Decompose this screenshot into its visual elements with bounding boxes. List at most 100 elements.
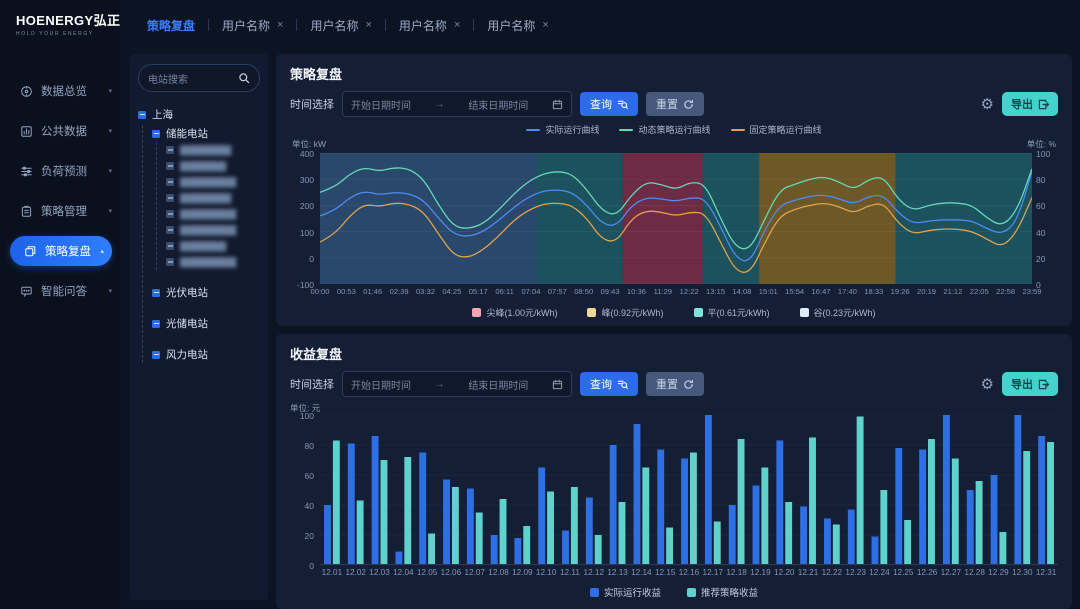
price-legend-item[interactable]: 峰(0.92元/kWh) (587, 306, 663, 319)
export-button-2[interactable]: 导出 (1002, 372, 1058, 396)
price-legend-item[interactable]: 谷(0.23元/kWh) (800, 306, 876, 319)
bar (476, 513, 483, 566)
legend-item[interactable]: 实际运行曲线 (526, 123, 599, 136)
reset-button[interactable]: 重置 (646, 92, 704, 116)
tab-4[interactable]: 用户名称× (474, 17, 561, 34)
tree-toggle-icon[interactable] (138, 111, 146, 119)
legend-item[interactable]: 实际运行收益 (590, 585, 661, 599)
reset-button-2[interactable]: 重置 (646, 372, 704, 396)
tree-leaf-0-3[interactable]: ██████████ (166, 190, 260, 206)
tree-node-group-0[interactable]: 储能电站 (152, 125, 260, 142)
x-axis-tick: 12.25 (893, 568, 914, 577)
search-icon[interactable] (238, 72, 250, 84)
tree-leaf-0-4[interactable]: ███████████ (166, 206, 260, 222)
bar (642, 468, 649, 566)
query-button-2[interactable]: 查询 (580, 372, 638, 396)
y-axis-tick: 100 (300, 411, 314, 421)
chevron-up-icon: ▴ (100, 247, 104, 255)
sidebar-item-0[interactable]: 数据总览 ▾ (0, 71, 120, 111)
refresh-icon-2 (683, 379, 694, 390)
price-legend-item[interactable]: 平(0.61元/kWh) (694, 306, 770, 319)
x-axis-tick: 03:32 (416, 287, 435, 296)
line-chart-plot[interactable] (320, 153, 1032, 284)
tab-label: 用户名称 (310, 17, 358, 34)
bar (976, 481, 983, 565)
tab-2[interactable]: 用户名称 × (297, 17, 384, 34)
tree-node-group-2[interactable]: 光储电站 (152, 315, 260, 332)
x-axis-tick: 11:29 (654, 287, 672, 296)
sidebar-item-1[interactable]: 公共数据 ▾ (0, 111, 120, 151)
settings-gear-icon[interactable]: ⚙ (981, 97, 994, 112)
x-axis-tick: 12.28 (964, 568, 985, 577)
sidebar-item-4[interactable]: 策略复盘 ▴ (0, 231, 120, 271)
bar (705, 415, 712, 565)
y-axis-tick: 80 (1036, 175, 1045, 185)
tree-leaf-0-1[interactable]: █████████ (166, 158, 260, 174)
price-label: 峰(0.92元/kWh) (601, 306, 663, 319)
x-axis-tick: 12:22 (680, 287, 699, 296)
legend-item[interactable]: 固定策略运行曲线 (731, 123, 822, 136)
legend-item[interactable]: 推荐策略收益 (687, 585, 758, 599)
legend-item[interactable]: 动态策略运行曲线 (619, 123, 710, 136)
legend-label: 固定策略运行曲线 (750, 123, 822, 136)
time-select-label: 时间选择 (290, 96, 334, 112)
export-button[interactable]: 导出 (1002, 92, 1058, 116)
tree-toggle-icon[interactable] (152, 320, 160, 328)
tab-3[interactable]: 用户名称× (386, 17, 473, 34)
x-axis-tick: 12.11 (560, 568, 580, 577)
close-icon[interactable]: × (277, 19, 283, 31)
tree-node-group-1[interactable]: 光伏电站 (152, 284, 260, 301)
close-icon[interactable]: × (454, 19, 460, 31)
x-axis-tick: 20:19 (917, 287, 936, 296)
export-button-label: 导出 (1011, 96, 1033, 112)
tree-group-label: 光储电站 (166, 316, 208, 331)
date-range-input-2[interactable]: 开始日期时间 → 结束日期时间 (342, 371, 572, 397)
tree-leaf-0-0[interactable]: ██████████ (166, 142, 260, 158)
bar-chart-plot[interactable] (320, 415, 1058, 565)
bar (372, 436, 379, 565)
close-icon[interactable]: × (365, 19, 371, 31)
x-axis-tick: 00:00 (310, 287, 329, 296)
date-range-input[interactable]: 开始日期时间 → 结束日期时间 (342, 91, 572, 117)
tree-toggle-icon[interactable] (152, 130, 160, 138)
price-swatch (587, 308, 596, 317)
bar (809, 438, 816, 566)
tree-toggle-icon[interactable] (152, 351, 160, 359)
station-search-input[interactable]: 电站搜索 (138, 64, 260, 92)
sidebar-item-2[interactable]: 负荷预测 ▾ (0, 151, 120, 191)
bar (895, 448, 902, 565)
line-chart-y-axis-left: 4003002001000-100 (290, 153, 320, 284)
query-button[interactable]: 查询 (580, 92, 638, 116)
start-date-placeholder: 开始日期时间 (351, 97, 411, 112)
close-icon[interactable]: × (542, 19, 548, 31)
sidebar-item-label: 策略管理 (41, 203, 87, 219)
x-axis-tick: 07:57 (548, 287, 567, 296)
sidebar-item-5[interactable]: 智能问答 ▾ (0, 271, 120, 311)
range-arrow-icon-2: → (435, 379, 445, 390)
tab-1[interactable]: 用户名称× (209, 17, 296, 34)
tree-leaf-0-2[interactable]: ███████████ (166, 174, 260, 190)
bar (452, 487, 459, 565)
x-axis-tick: 12.20 (774, 568, 795, 577)
x-axis-tick: 05:17 (469, 287, 488, 296)
tree-node-root[interactable]: 上海 (138, 106, 260, 123)
tab-0[interactable]: 策略复盘 (134, 17, 208, 34)
tree-leaf-0-6[interactable]: █████████ (166, 238, 260, 254)
price-legend-item[interactable]: 尖峰(1.00元/kWh) (472, 306, 557, 319)
bar (952, 459, 959, 566)
tree-leaf-0-5[interactable]: ███████████ (166, 222, 260, 238)
calendar-icon-2[interactable] (552, 379, 563, 390)
tree-toggle-icon[interactable] (152, 289, 160, 297)
x-axis-tick: 12.08 (488, 568, 509, 577)
x-axis-tick: 00:53 (337, 287, 356, 296)
price-band-平 (896, 153, 1032, 284)
tree-node-group-3[interactable]: 风力电站 (152, 346, 260, 363)
station-name-redacted: █████████ (180, 161, 225, 171)
line-chart: 4003002001000-100 100806040200 (290, 153, 1058, 284)
y-axis-tick: 100 (300, 228, 314, 238)
calendar-icon[interactable] (552, 99, 563, 110)
settings-gear-icon-2[interactable]: ⚙ (981, 377, 994, 392)
query-search-icon-2 (617, 379, 628, 390)
sidebar-item-3[interactable]: 策略管理 ▾ (0, 191, 120, 231)
tree-leaf-0-7[interactable]: ███████████ (166, 254, 260, 270)
